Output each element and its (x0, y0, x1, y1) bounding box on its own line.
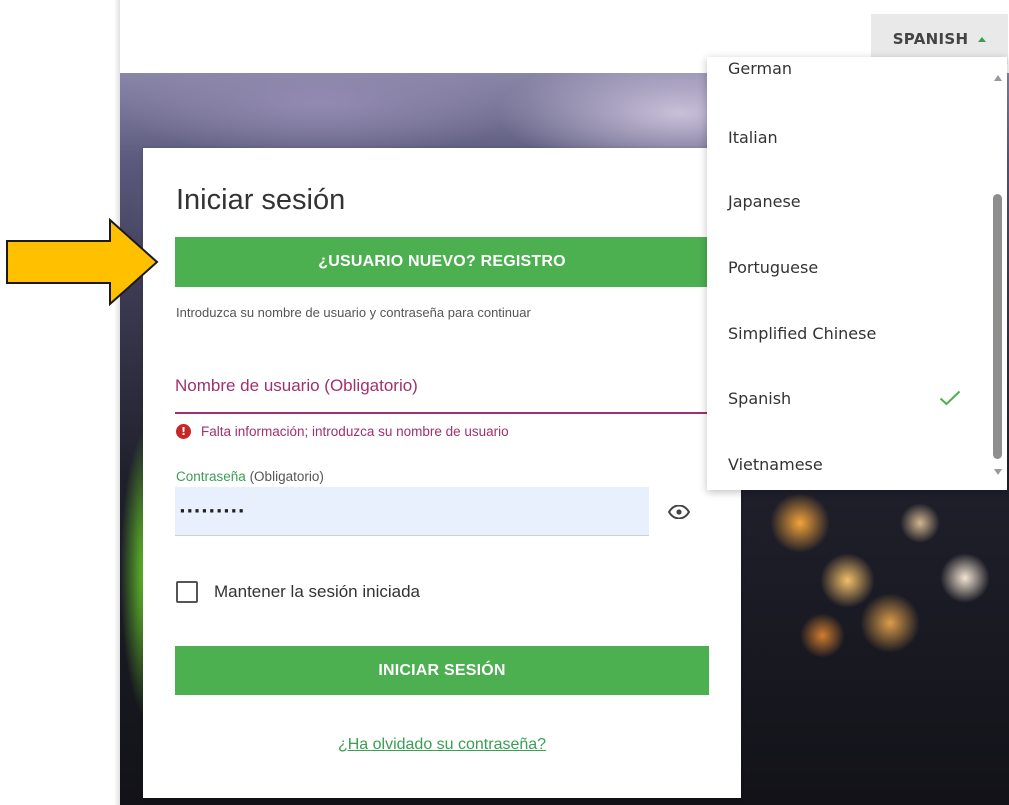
language-dropdown: German Italian Japanese Portuguese Simpl… (707, 57, 1007, 490)
bokeh-light (940, 553, 990, 603)
login-card: Iniciar sesión ¿USUARIO NUEVO? REGISTRO … (143, 148, 741, 798)
scroll-down-icon[interactable] (994, 469, 1002, 475)
remember-me-checkbox[interactable] (176, 581, 198, 603)
intro-text: Introduzca su nombre de usuario y contra… (176, 305, 531, 320)
password-toggle-button[interactable] (649, 487, 709, 536)
language-select-label: SPANISH (892, 30, 969, 48)
caret-up-icon (978, 36, 987, 42)
login-button[interactable]: INICIAR SESIÓN (175, 646, 709, 695)
language-scrollbar[interactable] (990, 57, 1007, 490)
password-value: ········· (179, 500, 246, 522)
forgot-password-link[interactable]: ¿Ha olvidado su contraseña? (143, 736, 741, 754)
password-label-row: Contraseña (Obligatorio) (176, 469, 324, 484)
bokeh-light (820, 553, 875, 608)
bokeh-light (770, 493, 830, 553)
username-error: ! Falta información; introduzca su nombr… (176, 424, 509, 439)
password-input[interactable]: ········· (175, 487, 709, 536)
language-option-vietnamese[interactable]: Vietnamese (728, 455, 823, 474)
arrow-right-icon (6, 217, 159, 307)
scroll-up-icon[interactable] (994, 75, 1002, 81)
password-required: (Obligatorio) (249, 469, 324, 484)
username-input[interactable]: Nombre de usuario (Obligatorio) (175, 364, 741, 414)
language-option-portuguese[interactable]: Portuguese (728, 258, 818, 277)
checkmark-icon (939, 390, 961, 406)
language-option-german[interactable]: German (728, 59, 792, 78)
page-title: Iniciar sesión (176, 184, 346, 216)
password-label: Contraseña (176, 469, 246, 484)
remember-me[interactable]: Mantener la sesión iniciada (176, 581, 420, 603)
username-error-text: Falta información; introduzca su nombre … (201, 424, 509, 439)
remember-me-label: Mantener la sesión iniciada (214, 582, 421, 601)
scrollbar-thumb[interactable] (993, 194, 1002, 459)
register-button[interactable]: ¿USUARIO NUEVO? REGISTRO (175, 237, 709, 287)
error-circle-icon: ! (176, 424, 191, 439)
eye-icon (668, 504, 690, 519)
bokeh-light (900, 503, 940, 543)
bokeh-light (860, 593, 920, 653)
language-option-spanish[interactable]: Spanish (728, 389, 791, 408)
username-label: Nombre de usuario (Obligatorio) (175, 376, 418, 395)
language-option-italian[interactable]: Italian (728, 128, 778, 147)
bokeh-light (800, 613, 845, 658)
language-option-simplified-chinese[interactable]: Simplified Chinese (728, 324, 876, 343)
language-option-japanese[interactable]: Japanese (728, 192, 801, 211)
